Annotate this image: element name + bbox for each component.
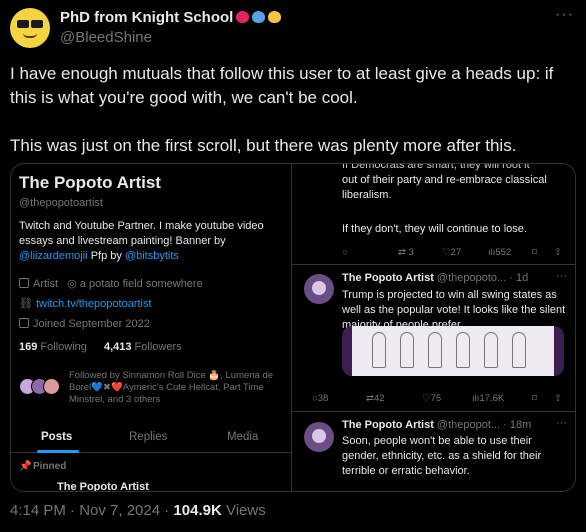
sketch-figure [512,332,526,368]
more-icon[interactable]: ··· [555,6,574,24]
tweet-footer: 4:14 PM · Nov 7, 2024 · 104.9K Views [10,502,266,519]
reply-icon: ○ [342,247,348,258]
watermelon-icon [236,11,250,23]
profile-name: The Popoto Artist [19,173,161,192]
tweet-header: PhD from Knight School @BleedShine ··· [10,4,576,54]
follower-avatar [43,378,60,395]
tweet2-header: The Popoto Artist @thepopoto... · 1d [342,272,529,284]
sunglasses-right-icon [31,20,43,28]
briefcase-icon [19,278,29,288]
tab-replies: Replies [129,431,168,443]
profile-category-location: Artist ◎ a potato field somewhere [19,277,203,290]
blue-heart-icon [252,11,266,23]
share-icon: ⇧ [554,393,562,404]
sketch-artwork [352,326,554,376]
tweet2-avatar [304,274,334,304]
pin-icon: 📌 [19,461,32,472]
divider [292,264,575,265]
active-tab-indicator [37,450,79,453]
tab-media: Media [227,431,259,443]
profile-joined: Joined September 2022 [19,318,150,330]
sketch-figure [428,332,442,368]
like-count: ♡27 [442,247,462,258]
author-avatar[interactable] [10,8,50,48]
bookmark-icon: ⌑ [532,393,537,404]
more-icon: ··· [556,270,567,282]
profile-bio: Twitch and Youtube Partner. I make youtu… [19,220,264,262]
pinned-tweet-name: The Popoto Artist [57,481,149,492]
profile-handle: @thepopotoartist [19,197,103,209]
reply-count: ○38 [312,393,329,404]
tweet3-text: Soon, people won't be able to use their … [342,435,542,477]
sketch-figure [372,332,386,368]
heart-icon: ♡ [442,247,451,258]
tweet-timestamp[interactable]: 4:14 PM · Nov 7, 2024 · [10,502,173,519]
tweet2-image [342,326,564,376]
retweet-icon: ⇄ [366,393,374,404]
divider [292,411,575,412]
views-count: ılı552 [488,247,512,258]
views-count: ılı17.6K [472,393,505,404]
tweet-text: I have enough mutuals that follow this u… [10,64,554,155]
timeline-panel: If Democrats are smart, they will root i… [292,163,575,491]
yellow-heart-icon [268,11,282,23]
calendar-icon [19,318,29,328]
author-name[interactable]: PhD from Knight School [60,9,282,26]
profile-website: ⛓ twitch.tv/thepopotoartist [19,298,152,310]
tweet3-header: The Popoto Artist @thepopot... · 18m [342,419,532,431]
views-count[interactable]: 104.9K [173,502,221,519]
tab-posts: Posts [41,431,73,443]
share-icon: ⇧ [554,247,562,258]
profile-tabs: Posts Replies Media [11,427,291,453]
like-count: ♡75 [422,393,442,404]
views-label: Views [221,502,266,519]
profile-panel: The Popoto Artist @thepopotoartist Twitc… [11,164,292,491]
sketch-figure [484,332,498,368]
retweet-count: ⇄42 [366,393,385,404]
tweet-media[interactable]: The Popoto Artist @thepopotoartist Twitc… [10,163,576,492]
tweet1-fragment-line3: If they don't, they will continue to los… [342,223,527,235]
tweet1-fragment-line1: If Democrats are smart, they will root i… [342,163,530,171]
profile-stats: 169 Following 4,413 Followers [19,341,182,353]
location-icon: ◎ [67,278,77,290]
smile-icon [23,33,37,38]
sketch-figure [400,332,414,368]
more-icon: ··· [556,417,567,429]
bio-link: @bitsbytits [124,250,179,262]
author-handle[interactable]: @BleedShine [60,29,152,46]
sunglasses-left-icon [17,20,29,28]
retweet-count: ⇄ 3 [398,247,414,258]
pinned-label: Pinned [33,461,67,472]
bookmark-icon: ⌑ [532,247,537,258]
tweet2-text: Trump is projected to win all swing stat… [342,289,566,328]
bio-link: @liizardemojii [19,250,88,262]
tweet1-fragment-line2: out of their party and re-embrace classi… [342,174,547,201]
retweet-icon: ⇄ [398,247,409,258]
link-icon: ⛓ [19,298,33,310]
followed-by: Followed by Sinnamon Roll Dice 🎂, Lumeri… [69,370,274,405]
tweet3-avatar [304,422,334,452]
heart-icon: ♡ [422,393,431,404]
sketch-figure [456,332,470,368]
